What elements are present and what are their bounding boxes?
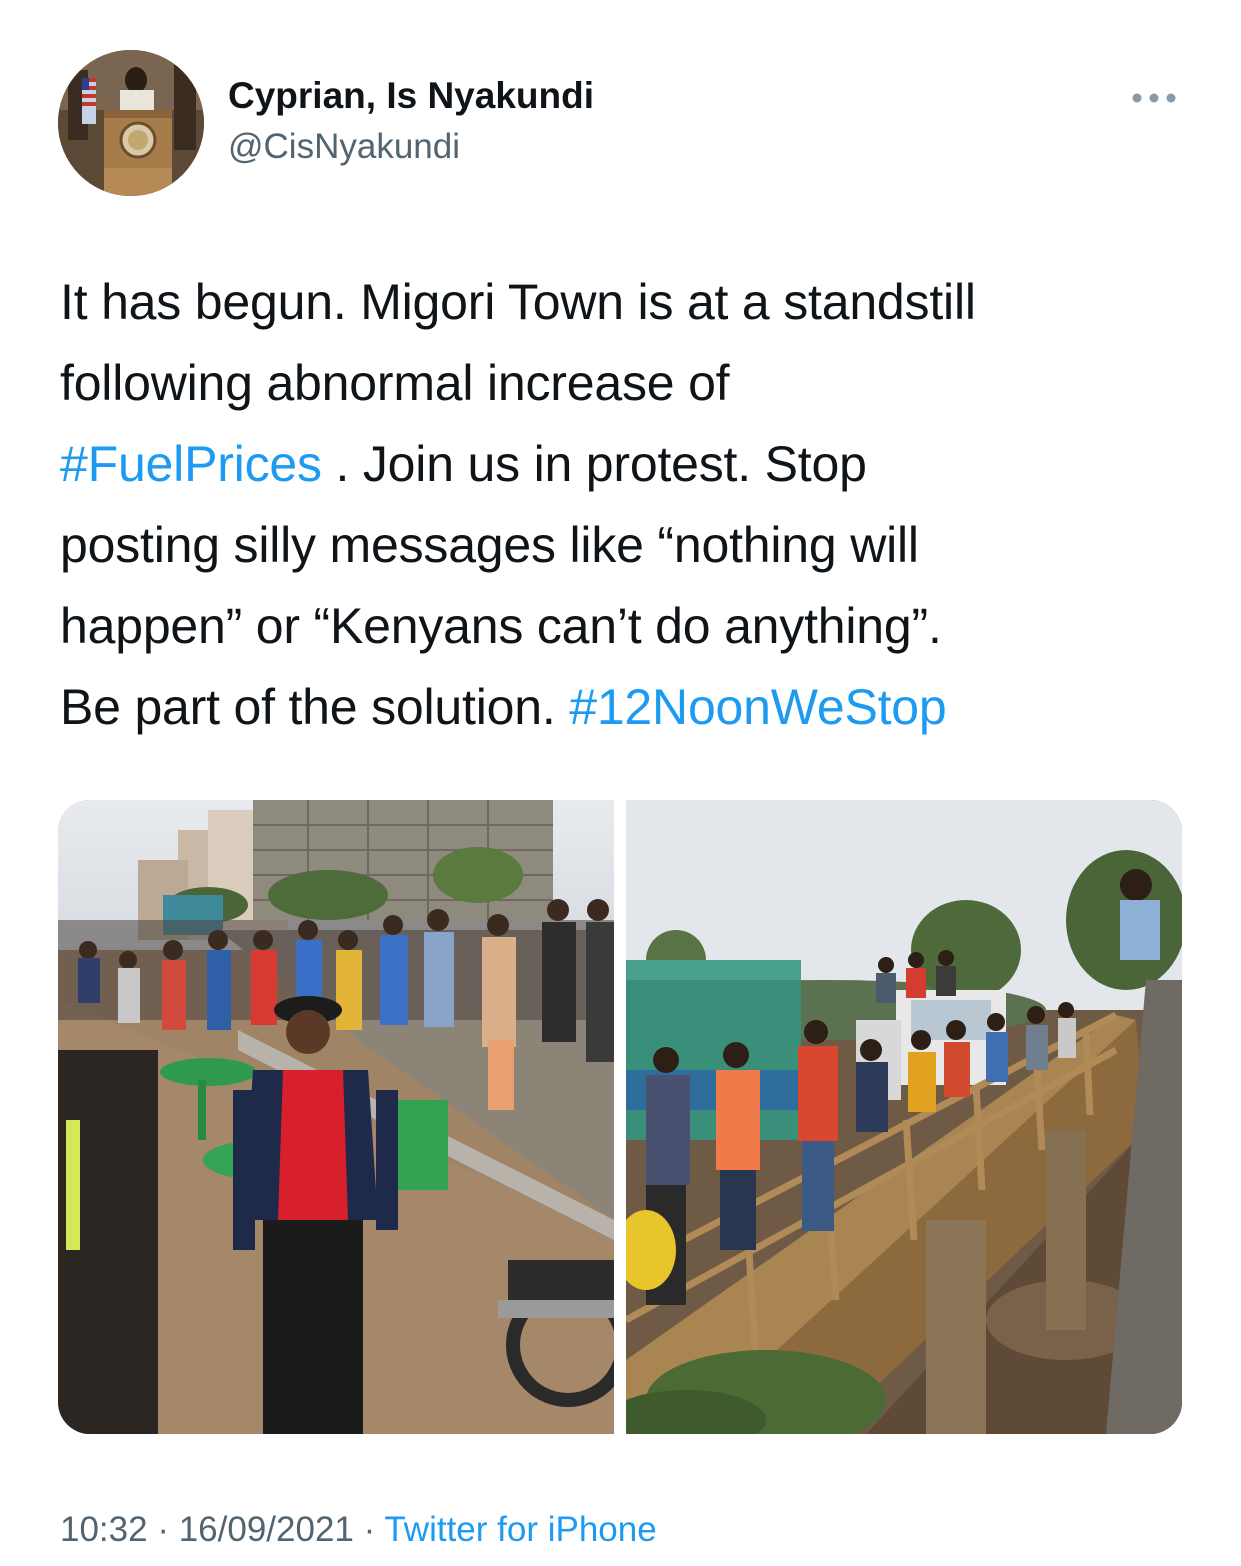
author-display-name[interactable]: Cyprian, Is Nyakundi bbox=[228, 72, 594, 120]
tweet-text-line: It has begun. Migori Town is at a stands… bbox=[60, 262, 1190, 343]
hashtag-link[interactable]: #FuelPrices bbox=[60, 436, 322, 492]
tweet-text-segment: following abnormal increase of bbox=[60, 355, 730, 411]
author-avatar[interactable] bbox=[58, 50, 204, 196]
tweet-time[interactable]: 10:32 bbox=[60, 1510, 148, 1549]
photo-1[interactable] bbox=[58, 800, 614, 1434]
avatar-podium-photo bbox=[58, 50, 204, 196]
tweet-text-line: #FuelPrices . Join us in protest. Stop bbox=[60, 424, 1190, 505]
meta-separator: · bbox=[147, 1510, 179, 1549]
tweet-text-line: following abnormal increase of bbox=[60, 343, 1190, 424]
tweet-card: Cyprian, Is Nyakundi @CisNyakundi It has… bbox=[0, 0, 1241, 1566]
tweet-text-segment: Be part of the solution. bbox=[60, 679, 570, 735]
author-info[interactable]: Cyprian, Is Nyakundi @CisNyakundi bbox=[228, 72, 594, 170]
tweet-text-line: happen” or “Kenyans can’t do anything”. bbox=[60, 586, 1190, 667]
more-horizontal-icon bbox=[1132, 93, 1176, 103]
tweet-meta: 10:32 · 16/09/2021 · Twitter for iPhone bbox=[60, 1508, 657, 1552]
tweet-text-segment: happen” or “Kenyans can’t do anything”. bbox=[60, 598, 942, 654]
tweet-text: It has begun. Migori Town is at a stands… bbox=[60, 262, 1190, 748]
tweet-text-segment: It has begun. Migori Town is at a stands… bbox=[60, 274, 976, 330]
more-options-button[interactable] bbox=[1126, 80, 1182, 116]
meta-separator: · bbox=[353, 1510, 385, 1549]
tweet-date[interactable]: 16/09/2021 bbox=[179, 1510, 354, 1549]
media-grid bbox=[58, 800, 1182, 1434]
crowd-on-bridge-photo bbox=[626, 800, 1182, 1434]
author-handle[interactable]: @CisNyakundi bbox=[228, 124, 594, 170]
hashtag-link[interactable]: #12NoonWeStop bbox=[569, 679, 947, 735]
tweet-text-segment: posting silly messages like “nothing wil… bbox=[60, 517, 919, 573]
photo-2[interactable] bbox=[626, 800, 1182, 1434]
tweet-text-line: posting silly messages like “nothing wil… bbox=[60, 505, 1190, 586]
crowd-on-street-photo bbox=[58, 800, 614, 1434]
tweet-text-line: Be part of the solution. #12NoonWeStop bbox=[60, 667, 1190, 748]
tweet-text-segment: . Join us in protest. Stop bbox=[321, 436, 867, 492]
tweet-source-link[interactable]: Twitter for iPhone bbox=[384, 1510, 656, 1549]
